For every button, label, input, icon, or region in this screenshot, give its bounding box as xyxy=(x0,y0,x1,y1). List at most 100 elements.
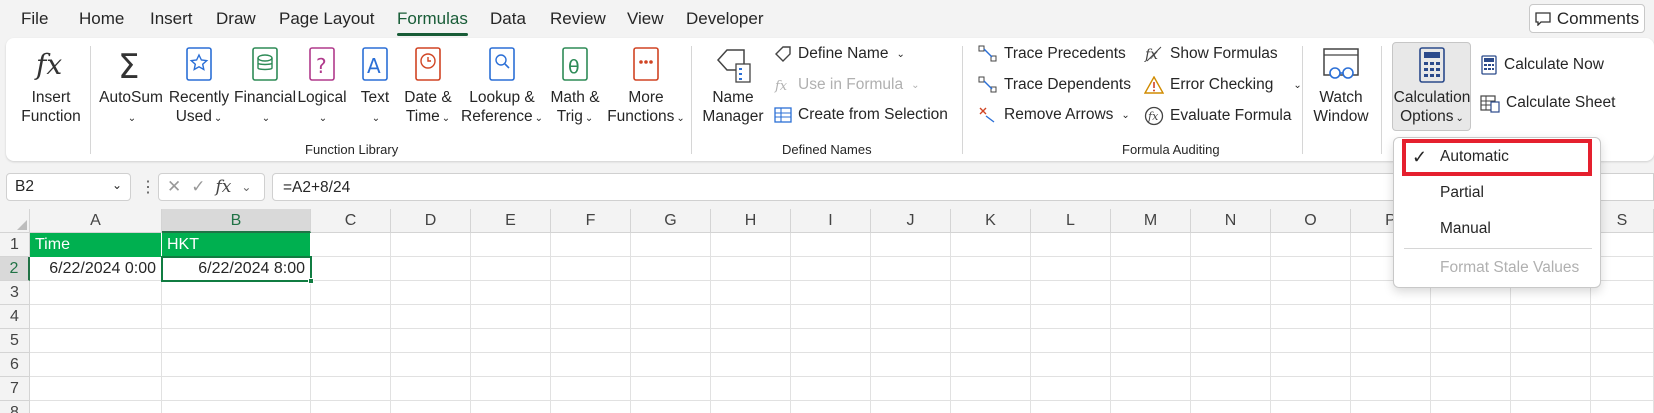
column-header-L[interactable]: L xyxy=(1031,209,1111,233)
calculation-options-button[interactable]: Calculation Options ⌄ xyxy=(1392,46,1472,128)
cell-A2[interactable]: 6/22/2024 0:00 xyxy=(30,257,162,281)
formula-text: =A2+8/24 xyxy=(283,179,351,196)
column-header-F[interactable]: F xyxy=(551,209,631,233)
enter-icon[interactable]: ✓ xyxy=(191,177,205,197)
tab-insert[interactable]: Insert xyxy=(150,9,193,29)
cell-A1[interactable]: Time xyxy=(30,233,162,257)
calculate-sheet-button[interactable]: Calculate Sheet xyxy=(1480,93,1615,113)
row-header-1[interactable]: 1 xyxy=(0,233,30,257)
math-trig-button[interactable]: θ Math & Trig ⌄ xyxy=(543,46,607,128)
more-options-icon[interactable]: ⋮ xyxy=(140,177,156,197)
show-formulas-label: Show Formulas xyxy=(1170,45,1278,62)
date-time-label-1: Date & xyxy=(404,89,452,106)
tab-page-layout[interactable]: Page Layout xyxy=(279,9,374,29)
row-header-6[interactable]: 6 xyxy=(0,353,30,377)
trace-dependents-label: Trace Dependents xyxy=(1004,76,1131,93)
column-header-C[interactable]: C xyxy=(311,209,391,233)
insert-function-label-2: Function xyxy=(21,108,81,125)
more-functions-button[interactable]: More Functions ⌄ xyxy=(604,46,688,128)
separator xyxy=(1381,46,1382,154)
autosum-button[interactable]: Σ AutoSum ⌄ xyxy=(96,46,166,128)
error-checking-button[interactable]: Error Checking ⌄ xyxy=(1144,76,1302,94)
lookup-label-2: Reference xyxy=(461,108,533,125)
date-time-button[interactable]: Date & Time ⌄ xyxy=(398,46,458,128)
row-header-8[interactable]: 8 xyxy=(0,401,30,413)
text-label: Text xyxy=(360,89,390,106)
column-header-H[interactable]: H xyxy=(711,209,791,233)
trace-dependents-icon xyxy=(978,76,997,93)
column-header-N[interactable]: N xyxy=(1191,209,1271,233)
column-header-D[interactable]: D xyxy=(391,209,471,233)
tab-file[interactable]: File xyxy=(21,9,48,29)
row-header-3[interactable]: 3 xyxy=(0,281,30,305)
name-box-value: B2 xyxy=(15,178,34,195)
select-all-button[interactable] xyxy=(0,209,30,233)
watch-window-icon xyxy=(1323,48,1359,79)
column-header-E[interactable]: E xyxy=(471,209,551,233)
create-from-selection-button[interactable]: Create from Selection xyxy=(774,106,948,124)
cell-B1[interactable]: HKT xyxy=(162,233,311,257)
lookup-reference-button[interactable]: Lookup & Reference ⌄ xyxy=(459,46,545,128)
logical-button[interactable]: ? Logical ⌄ xyxy=(290,46,354,128)
trace-precedents-button[interactable]: Trace Precedents xyxy=(978,45,1126,63)
gridline-horizontal xyxy=(30,400,1654,401)
insert-function-button[interactable]: fx Insert Function xyxy=(21,46,81,126)
tab-view[interactable]: View xyxy=(627,9,664,29)
financial-label: Financial xyxy=(233,89,297,106)
remove-arrows-button[interactable]: Remove Arrows ⌄ xyxy=(978,106,1130,124)
svg-text:A: A xyxy=(367,54,381,78)
menu-item-manual[interactable]: Manual xyxy=(1394,212,1600,246)
show-formulas-button[interactable]: fx Show Formulas xyxy=(1144,45,1278,63)
chevron-down-icon[interactable]: ⌄ xyxy=(112,178,122,192)
math-trig-label-1: Math & xyxy=(550,89,600,106)
chevron-down-icon[interactable]: ⌄ xyxy=(241,180,251,194)
tab-developer[interactable]: Developer xyxy=(686,9,764,29)
gridline-vertical xyxy=(790,233,791,413)
cancel-icon[interactable]: ✕ xyxy=(167,177,181,197)
fill-handle[interactable] xyxy=(308,278,314,284)
define-name-button[interactable]: Define Name ⌄ xyxy=(774,45,905,63)
logical-label: Logical xyxy=(297,89,347,106)
tab-formulas[interactable]: Formulas xyxy=(397,9,468,36)
name-manager-button[interactable]: Name Manager xyxy=(700,46,766,126)
column-header-I[interactable]: I xyxy=(791,209,871,233)
clock-book-icon xyxy=(415,47,441,81)
tab-review[interactable]: Review xyxy=(550,9,606,29)
text-button[interactable]: A Text ⌄ xyxy=(350,46,400,128)
insert-function-icon[interactable]: fx xyxy=(216,177,232,197)
comment-icon xyxy=(1535,11,1551,26)
name-box[interactable]: B2 ⌄ xyxy=(6,173,131,201)
column-header-G[interactable]: G xyxy=(631,209,711,233)
column-header-O[interactable]: O xyxy=(1271,209,1351,233)
more-book-icon xyxy=(633,47,659,81)
chevron-down-icon: ⌄ xyxy=(371,113,381,124)
row-header-4[interactable]: 4 xyxy=(0,305,30,329)
calculate-now-button[interactable]: Calculate Now xyxy=(1480,55,1604,75)
trace-dependents-button[interactable]: Trace Dependents xyxy=(978,76,1131,94)
menu-item-format-stale-values[interactable]: Format Stale Values xyxy=(1394,251,1600,285)
column-header-A[interactable]: A xyxy=(30,209,162,233)
tab-draw[interactable]: Draw xyxy=(216,9,256,29)
recently-used-button[interactable]: Recently Used ⌄ xyxy=(164,46,234,128)
tab-home[interactable]: Home xyxy=(79,9,124,29)
row-header-5[interactable]: 5 xyxy=(0,329,30,353)
function-library-group-label: Function Library xyxy=(305,142,399,157)
cell-B2[interactable]: 6/22/2024 8:00 xyxy=(161,256,312,282)
row-header-2[interactable]: 2 xyxy=(0,257,30,281)
show-formulas-icon: fx xyxy=(1144,46,1162,63)
comments-button[interactable]: Comments xyxy=(1529,4,1645,33)
recently-used-label-2: Used xyxy=(175,108,212,125)
row-header-7[interactable]: 7 xyxy=(0,377,30,401)
watch-window-button[interactable]: Watch Window xyxy=(1308,46,1374,126)
evaluate-formula-button[interactable]: fx Evaluate Formula xyxy=(1144,106,1291,126)
column-header-K[interactable]: K xyxy=(951,209,1031,233)
column-header-M[interactable]: M xyxy=(1111,209,1191,233)
use-in-formula-button[interactable]: fx Use in Formula ⌄ xyxy=(774,76,919,94)
column-header-J[interactable]: J xyxy=(871,209,951,233)
column-header-B[interactable]: B xyxy=(162,209,311,233)
defined-names-group-label: Defined Names xyxy=(782,142,872,157)
tab-data[interactable]: Data xyxy=(490,9,526,29)
calculate-sheet-icon xyxy=(1480,95,1500,113)
gridline-vertical xyxy=(870,233,871,413)
menu-item-partial[interactable]: Partial xyxy=(1394,176,1600,210)
